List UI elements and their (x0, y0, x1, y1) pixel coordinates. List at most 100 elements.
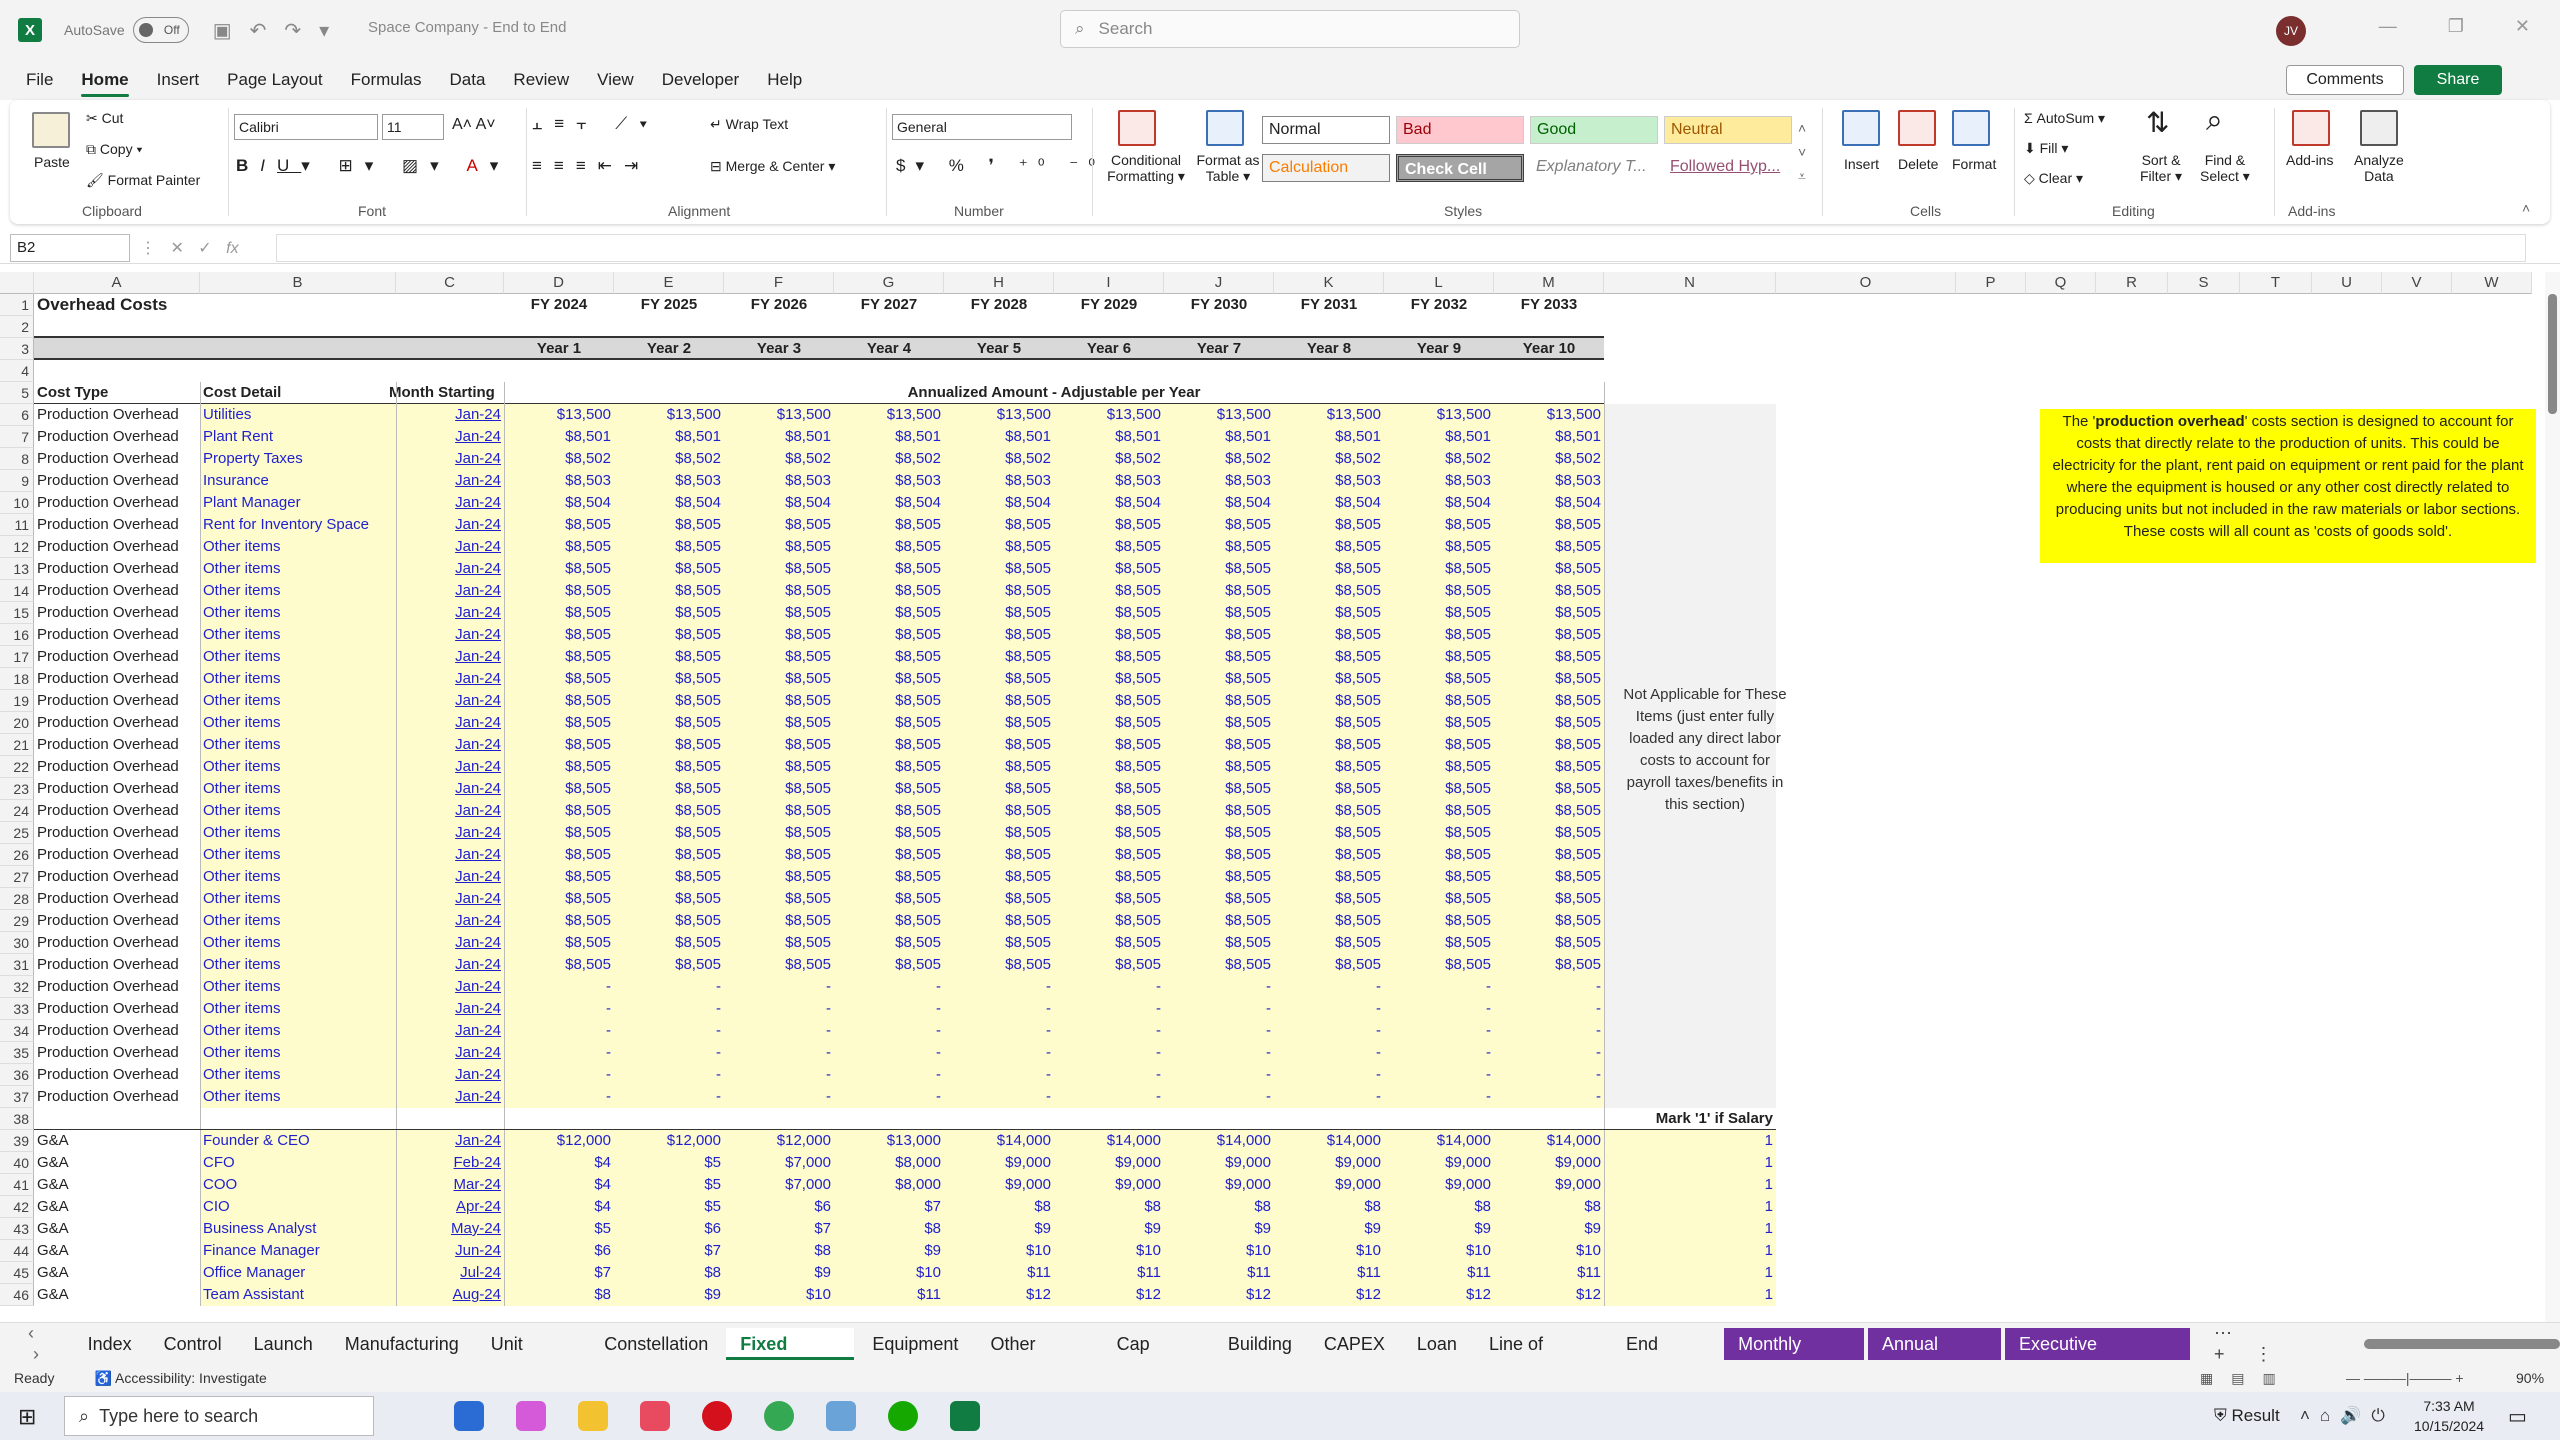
column-header[interactable]: N (1604, 272, 1776, 294)
style-check-cell[interactable]: Check Cell (1396, 154, 1524, 182)
row-header[interactable]: 23 (0, 778, 34, 800)
amount-cell[interactable]: $8,505 (1164, 712, 1274, 734)
amount-cell[interactable]: $8,501 (834, 426, 944, 448)
amount-cell[interactable]: $8,505 (614, 580, 724, 602)
amount-cell[interactable]: $8,505 (614, 734, 724, 756)
amount-cell[interactable]: $8,505 (724, 800, 834, 822)
amount-cell[interactable]: $8,505 (724, 602, 834, 624)
tab-page-layout[interactable]: Page Layout (213, 60, 336, 100)
amount-cell[interactable]: $8,505 (1274, 800, 1384, 822)
accessibility-status[interactable]: ♿ Accessibility: Investigate (94, 1370, 266, 1387)
tab-file[interactable]: File (12, 60, 67, 100)
month-cell[interactable]: Jan-24 (396, 888, 504, 910)
amount-cell[interactable]: $12 (944, 1284, 1054, 1306)
cost-detail-cell[interactable]: Office Manager (200, 1262, 396, 1284)
amount-cell[interactable]: $8,505 (504, 778, 614, 800)
amount-cell[interactable]: $11 (1274, 1262, 1384, 1284)
column-header[interactable]: T (2240, 272, 2312, 294)
window-controls[interactable]: — ❐ ✕ (2379, 16, 2530, 37)
cost-detail-cell[interactable]: Plant Manager (200, 492, 396, 514)
amount-cell[interactable]: $8,505 (1054, 844, 1164, 866)
cost-type-cell[interactable]: Production Overhead (34, 932, 200, 954)
amount-cell[interactable]: $8,505 (724, 558, 834, 580)
font-grow-shrink-icons[interactable]: A˄ A˅ (452, 116, 496, 134)
amount-cell[interactable]: $9 (1054, 1218, 1164, 1240)
amount-cell[interactable]: $8,505 (1384, 844, 1494, 866)
amount-cell[interactable]: $8,505 (1384, 822, 1494, 844)
amount-cell[interactable]: - (944, 976, 1054, 998)
amount-cell[interactable]: $8,505 (1054, 822, 1164, 844)
row-header[interactable]: 2 (0, 316, 34, 338)
amount-cell[interactable]: $8,503 (504, 470, 614, 492)
amount-cell[interactable]: $8,505 (614, 514, 724, 536)
amount-cell[interactable]: - (504, 1042, 614, 1064)
amount-cell[interactable]: $8,505 (1274, 756, 1384, 778)
salary-flag-cell[interactable]: 1 (1604, 1196, 1776, 1218)
cost-detail-cell[interactable]: Plant Rent (200, 426, 396, 448)
amount-cell[interactable]: $8,505 (614, 822, 724, 844)
month-cell[interactable]: Jan-24 (396, 602, 504, 624)
amount-cell[interactable]: $8,505 (1164, 624, 1274, 646)
avatar[interactable]: JV (2276, 16, 2306, 46)
amount-cell[interactable]: $8,505 (1274, 822, 1384, 844)
year-header[interactable]: Year 9 (1384, 338, 1494, 360)
cost-detail-cell[interactable]: Other items (200, 866, 396, 888)
amount-cell[interactable]: $8,501 (724, 426, 834, 448)
amount-cell[interactable]: $8,505 (504, 800, 614, 822)
amount-cell[interactable]: $8,505 (834, 580, 944, 602)
amount-cell[interactable]: $8,505 (944, 646, 1054, 668)
amount-cell[interactable]: $8,505 (724, 756, 834, 778)
font-style-buttons[interactable]: BIU▾ ⊞▾ ▨▾ A▾ (236, 156, 510, 176)
sheet-tab-constellation[interactable]: Constellation (590, 1328, 722, 1360)
amount-cell[interactable]: $8,505 (1384, 712, 1494, 734)
amount-cell[interactable]: $8,505 (504, 536, 614, 558)
row-header[interactable]: 28 (0, 888, 34, 910)
amount-cell[interactable]: $10 (1274, 1240, 1384, 1262)
style-neutral[interactable]: Neutral (1664, 116, 1792, 144)
amount-cell[interactable]: $7 (504, 1262, 614, 1284)
cost-type-cell[interactable]: G&A (34, 1196, 200, 1218)
amount-cell[interactable]: $8,505 (1494, 778, 1604, 800)
amount-cell[interactable]: $8,505 (504, 602, 614, 624)
column-header[interactable]: R (2096, 272, 2168, 294)
amount-cell[interactable]: $9 (1384, 1218, 1494, 1240)
cost-detail-cell[interactable]: Team Assistant (200, 1284, 396, 1306)
cost-detail-cell[interactable]: Business Analyst (200, 1218, 396, 1240)
amount-cell[interactable]: $9,000 (1384, 1174, 1494, 1196)
amount-cell[interactable]: - (944, 1042, 1054, 1064)
column-header[interactable]: M (1494, 272, 1604, 294)
amount-cell[interactable]: $8,505 (1274, 932, 1384, 954)
amount-cell[interactable]: $8,505 (504, 932, 614, 954)
amount-cell[interactable]: $8,505 (1164, 668, 1274, 690)
amount-cell[interactable]: $9 (944, 1218, 1054, 1240)
amount-cell[interactable]: $8,505 (1384, 602, 1494, 624)
amount-cell[interactable]: - (1384, 1042, 1494, 1064)
salary-flag-cell[interactable]: 1 (1604, 1130, 1776, 1152)
row-header[interactable]: 36 (0, 1064, 34, 1086)
amount-cell[interactable]: $8,505 (1054, 756, 1164, 778)
amount-cell[interactable]: $8,501 (944, 426, 1054, 448)
cost-type-cell[interactable]: Production Overhead (34, 536, 200, 558)
amount-cell[interactable]: $9,000 (1054, 1174, 1164, 1196)
cost-detail-cell[interactable]: Other items (200, 1064, 396, 1086)
cost-type-cell[interactable]: Production Overhead (34, 1020, 200, 1042)
amount-cell[interactable]: $8,505 (1494, 844, 1604, 866)
amount-cell[interactable]: - (1274, 998, 1384, 1020)
amount-cell[interactable]: $8,505 (944, 734, 1054, 756)
amount-cell[interactable]: $8,505 (944, 690, 1054, 712)
amount-cell[interactable]: $8,505 (504, 822, 614, 844)
amount-cell[interactable]: $8,505 (1494, 536, 1604, 558)
tab-home[interactable]: Home (67, 60, 142, 100)
amount-cell[interactable]: $14,000 (1384, 1130, 1494, 1152)
amount-cell[interactable]: $7 (834, 1196, 944, 1218)
amount-cell[interactable]: $8,505 (1384, 778, 1494, 800)
amount-cell[interactable]: $8,505 (1494, 580, 1604, 602)
amount-cell[interactable]: $8,505 (614, 624, 724, 646)
cost-detail-cell[interactable]: Finance Manager (200, 1240, 396, 1262)
amount-cell[interactable]: - (944, 1020, 1054, 1042)
amount-cell[interactable]: $8 (834, 1218, 944, 1240)
amount-cell[interactable]: $8,503 (1384, 470, 1494, 492)
amount-cell[interactable]: $8,505 (1274, 844, 1384, 866)
amount-cell[interactable]: $8,505 (1054, 514, 1164, 536)
amount-cell[interactable]: $8,504 (1494, 492, 1604, 514)
